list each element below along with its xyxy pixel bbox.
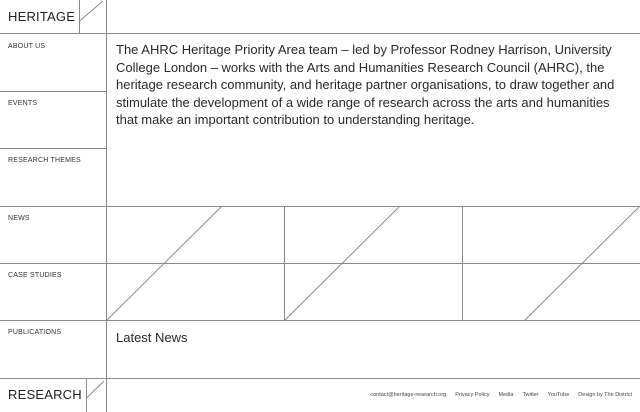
nav-item-case-studies[interactable]: CASE STUDIES [8, 272, 62, 279]
footer-links: contact@heritage-research.org Privacy Po… [370, 392, 632, 398]
contact-email-link[interactable]: contact@heritage-research.org [370, 392, 446, 398]
nav-item-about-us[interactable]: ABOUT US [8, 43, 45, 50]
logo-slash-icon [79, 0, 104, 22]
logo-slash-icon [86, 380, 105, 399]
twitter-link[interactable]: Twitter [522, 392, 538, 398]
intro-paragraph: The AHRC Heritage Priority Area team – l… [116, 42, 615, 127]
nav-item-publications[interactable]: PUBLICATIONS [8, 329, 61, 336]
nav-item-research-themes[interactable]: RESEARCH THEMES [8, 157, 81, 164]
latest-news-heading: Latest News [116, 330, 188, 345]
site-logo-research[interactable]: RESEARCH [8, 387, 82, 402]
design-credit-link[interactable]: Design by The District [578, 392, 632, 398]
media-link[interactable]: Media [498, 392, 513, 398]
nav-item-events[interactable]: EVENTS [8, 100, 37, 107]
site-logo-heritage[interactable]: HERITAGE [8, 9, 75, 24]
youtube-link[interactable]: YouTube [548, 392, 570, 398]
nav-item-news[interactable]: NEWS [8, 215, 30, 222]
privacy-policy-link[interactable]: Privacy Policy [455, 392, 489, 398]
